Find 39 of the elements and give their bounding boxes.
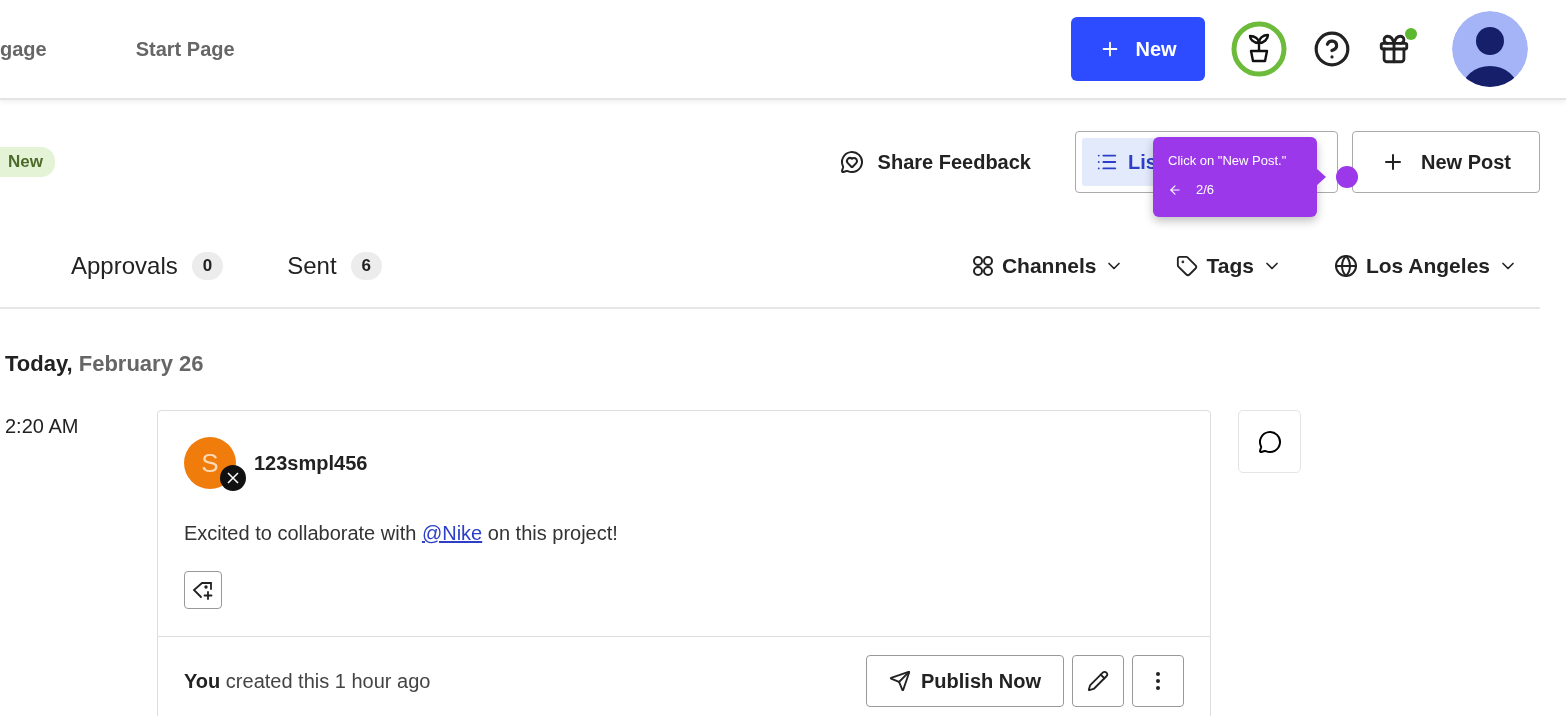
publish-now-button[interactable]: Publish Now	[866, 655, 1064, 707]
comment-button[interactable]	[1238, 410, 1301, 473]
tag-icon	[1176, 254, 1199, 277]
share-feedback-button[interactable]: Share Feedback	[833, 149, 1037, 175]
send-icon	[889, 670, 911, 692]
beacon-dot	[1336, 166, 1358, 188]
count-badge: 6	[350, 251, 383, 280]
mention-link[interactable]: @Nike	[421, 522, 483, 544]
feedback-icon	[839, 150, 864, 174]
gift-icon[interactable]	[1377, 32, 1411, 66]
created-info: You created this 1 hour ago	[184, 669, 432, 693]
globe-icon	[1333, 253, 1358, 278]
edit-button[interactable]	[1072, 655, 1124, 707]
add-tag-button[interactable]	[184, 571, 222, 609]
date-heading: Today, February 26	[5, 351, 205, 377]
more-icon	[1156, 672, 1160, 690]
nav-link[interactable]: Start Page	[135, 37, 235, 61]
count-badge: 0	[191, 251, 224, 280]
user-avatar[interactable]	[1451, 10, 1529, 88]
filter-dropdown[interactable]: Channels	[971, 253, 1125, 278]
help-icon[interactable]	[1313, 30, 1351, 68]
post-time: 2:20 AM	[4, 414, 80, 439]
filter-dropdown[interactable]: Los Angeles	[1333, 253, 1518, 278]
plant-icon[interactable]	[1231, 21, 1287, 77]
nav-link[interactable]: gage	[0, 37, 47, 61]
pencil-icon	[1087, 670, 1109, 692]
post-text: Excited to collaborate with @Nike on this project!	[184, 522, 619, 545]
new-post-button[interactable]: New Post	[1352, 131, 1540, 193]
new-badge: New	[0, 147, 55, 177]
comment-icon	[1257, 429, 1282, 454]
step-counter: 2/6	[1196, 182, 1215, 197]
x-logo-icon	[227, 472, 239, 484]
channels-icon	[971, 254, 994, 277]
filter-dropdown[interactable]: Tags	[1176, 253, 1282, 278]
new-button[interactable]: New	[1071, 17, 1205, 81]
tab[interactable]: Sent 6	[287, 251, 383, 280]
more-button[interactable]	[1132, 655, 1184, 707]
tab[interactable]: Approvals 0	[71, 251, 224, 280]
username: 123smpl456	[254, 451, 368, 475]
